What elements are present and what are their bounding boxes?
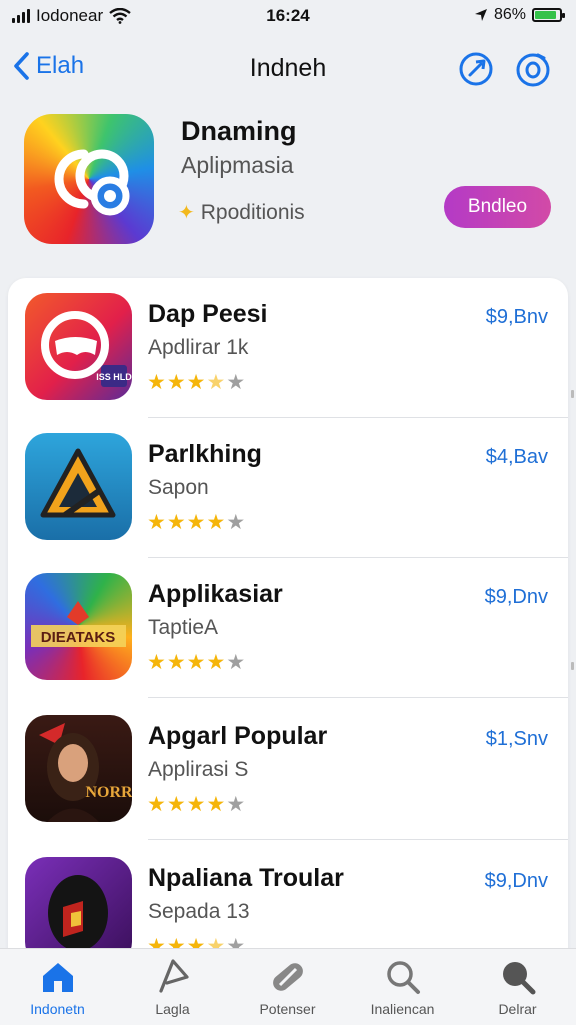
app-icon-4: NORR	[25, 715, 132, 822]
location-arrow-icon	[474, 9, 487, 21]
featured-logo-icon	[54, 149, 130, 216]
app-category: Applirasi S	[148, 758, 249, 781]
app-list: ISS HLD Dap Peesi Apdlirar 1k ★★★★★ $9,B…	[8, 278, 568, 978]
battery-icon	[532, 8, 565, 22]
tab-label: Delrar	[498, 1001, 537, 1017]
scroll-indicator[interactable]	[571, 390, 574, 398]
game-logo-icon: DIEATAKS	[31, 601, 126, 647]
nav-bar: Elah Indneh	[0, 44, 576, 94]
scroll-indicator[interactable]	[571, 662, 574, 670]
rating-stars: ★★★★★	[147, 651, 247, 674]
status-bar: Iodonear 16:24 86%	[0, 0, 576, 34]
app-icon-2	[25, 433, 132, 540]
home-icon	[42, 963, 73, 992]
tab-bar: Indonetn Lagla Potenser Inaliencan Delra…	[0, 948, 576, 1025]
battery-percent: 86%	[493, 6, 526, 23]
app-category: Sepada 13	[148, 900, 250, 923]
app-icon-1: ISS HLD	[25, 293, 132, 400]
list-item[interactable]: ISS HLD Dap Peesi Apdlirar 1k ★★★★★ $9,B…	[8, 278, 568, 418]
featured-badge: ✦ Rpoditionis	[178, 200, 305, 225]
featured-title: Dnaming	[181, 116, 297, 146]
app-name: Parlkhing	[148, 440, 262, 468]
divider	[148, 697, 568, 698]
tab-label: Potenser	[259, 1001, 316, 1017]
sparkle-icon: ✦	[178, 202, 195, 224]
tab-games[interactable]: Lagla	[115, 957, 230, 1017]
list-item[interactable]: Parlkhing Sapon ★★★★★ $4,Bav	[8, 418, 568, 558]
featured-subtitle: Aplipmasia	[181, 152, 294, 178]
app-category: Sapon	[148, 476, 209, 499]
rating-stars: ★★★★★	[147, 371, 247, 394]
featured-app-icon[interactable]	[24, 114, 154, 244]
app-name: Apgarl Popular	[148, 722, 328, 750]
app-name: Applikasiar	[148, 580, 283, 608]
divider	[148, 839, 568, 840]
rating-stars: ★★★★★	[147, 793, 247, 816]
compass-icon[interactable]	[457, 50, 495, 88]
search-icon	[386, 961, 420, 994]
app-icon-4-text: NORR	[85, 784, 132, 801]
list-item[interactable]: DIEATAKS Applikasiar TaptieA ★★★★★ $9,Dn…	[8, 558, 568, 698]
battery-fill	[535, 11, 556, 19]
play-icon	[158, 959, 189, 993]
price-button[interactable]: $4,Bav	[486, 446, 548, 469]
triangle-logo-icon	[40, 448, 116, 518]
tab-label: Indonetn	[30, 1001, 85, 1017]
price-button[interactable]: $9,Dnv	[485, 586, 548, 609]
price-button[interactable]: $1,Snv	[486, 728, 548, 751]
featured-get-button[interactable]: Bndleo	[444, 186, 551, 228]
app-category: Apdlirar 1k	[148, 336, 249, 359]
portrait-icon: NORR	[39, 723, 132, 822]
capsule-icon	[272, 963, 303, 991]
account-icon[interactable]	[514, 50, 552, 88]
app-icon-1-text: ISS HLD	[96, 372, 132, 382]
app-name: Dap Peesi	[148, 300, 268, 328]
tab-label: Inaliencan	[370, 1001, 435, 1017]
tab-search[interactable]: Delrar	[460, 957, 575, 1017]
tab-label: Lagla	[155, 1001, 190, 1017]
app-name: Npaliana Troular	[148, 864, 344, 892]
price-button[interactable]: $9,Dnv	[485, 870, 548, 893]
mask-icon: ISS HLD	[41, 311, 132, 387]
tab-today[interactable]: Indonetn	[0, 957, 115, 1017]
tab-apps[interactable]: Potenser	[230, 957, 345, 1017]
status-right: 86%	[474, 6, 565, 24]
featured-badge-label: Rpoditionis	[200, 200, 305, 224]
list-item[interactable]: NORR Apgarl Popular Applirasi S ★★★★★ $1…	[8, 700, 568, 840]
tab-arcade[interactable]: Inaliencan	[345, 957, 460, 1017]
app-icon-3-text: DIEATAKS	[41, 629, 115, 646]
app-icon-3: DIEATAKS	[25, 573, 132, 680]
rating-stars: ★★★★★	[147, 511, 247, 534]
app-category: TaptieA	[148, 616, 219, 639]
magnifier-icon	[502, 962, 535, 995]
price-button[interactable]: $9,Bnv	[486, 306, 548, 329]
